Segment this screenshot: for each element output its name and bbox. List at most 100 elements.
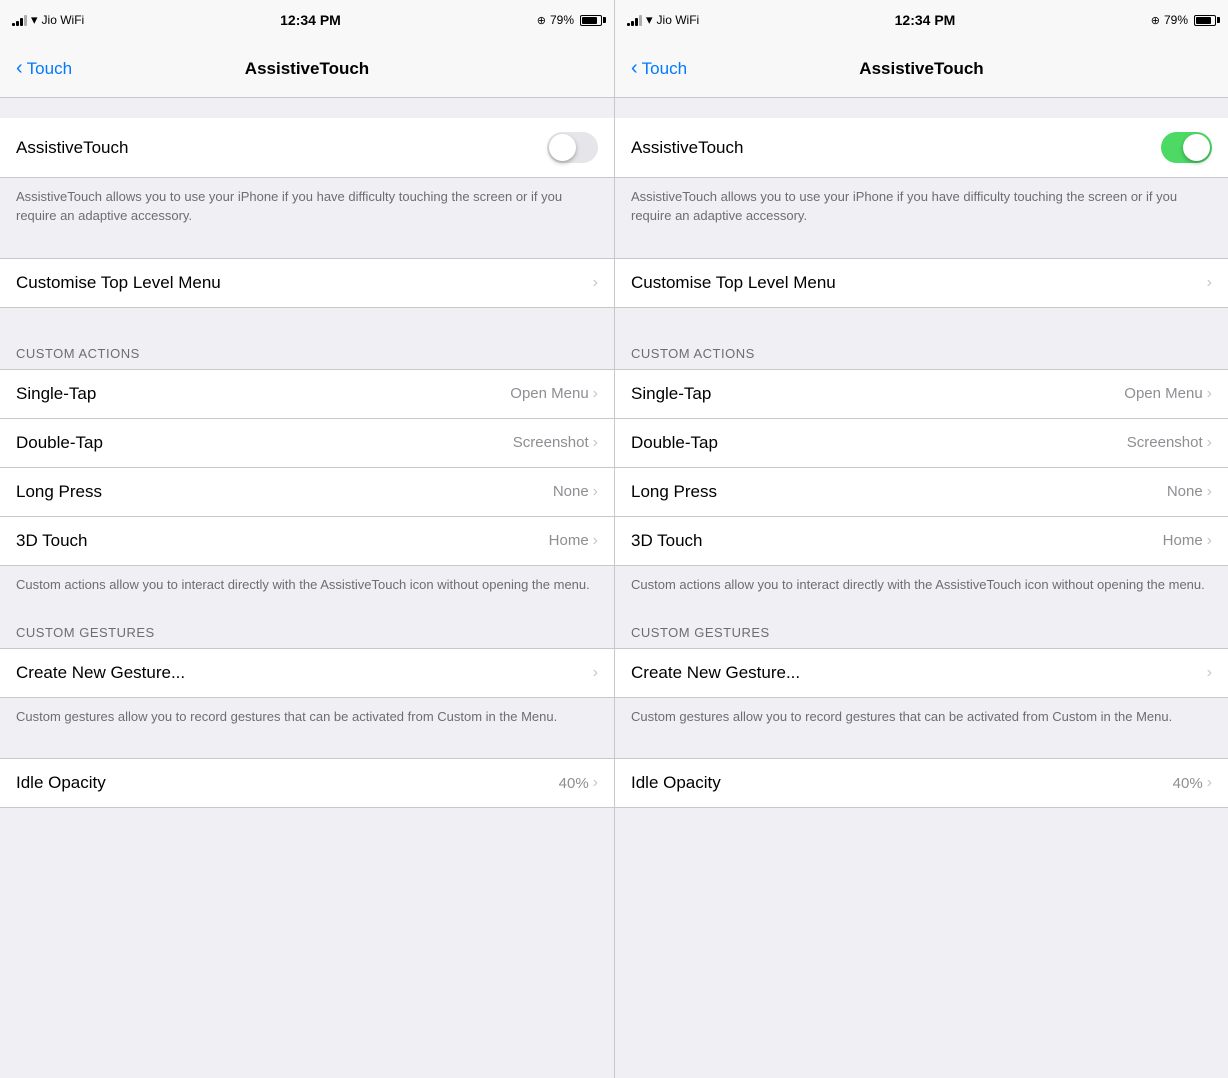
custom-gestures-footer-right: Custom gestures allow you to record gest… [615, 698, 1228, 739]
time-left: 12:34 PM [280, 12, 341, 28]
long-press-right-right: None › [1167, 483, 1212, 501]
3d-touch-right-right: Home › [1163, 532, 1212, 550]
idle-opacity-chevron-right: › [1207, 774, 1212, 792]
toggle-label-right: AssistiveTouch [631, 138, 743, 158]
customise-chevron-left: › [593, 274, 598, 292]
create-gesture-right-left: › [593, 664, 598, 682]
signal-icon [12, 14, 27, 26]
long-press-row-right[interactable]: Long Press None › [615, 468, 1228, 517]
create-gesture-chevron-left: › [593, 664, 598, 682]
top-space-left [0, 98, 614, 118]
status-right-left: ⊕ 79% [537, 13, 602, 27]
status-bar-left: ▾ Jio WiFi 12:34 PM ⊕ 79% [0, 0, 614, 40]
idle-opacity-row-left[interactable]: Idle Opacity 40% › [0, 759, 614, 807]
left-panel: ▾ Jio WiFi 12:34 PM ⊕ 79% ‹ Touch Assist… [0, 0, 614, 1078]
double-tap-label-right: Double-Tap [631, 433, 718, 453]
battery-percent-left: 79% [550, 13, 574, 27]
long-press-label-left: Long Press [16, 482, 102, 502]
assistive-touch-toggle-row-right: AssistiveTouch [615, 118, 1228, 178]
double-tap-row-right[interactable]: Double-Tap Screenshot › [615, 419, 1228, 468]
long-press-row-left[interactable]: Long Press None › [0, 468, 614, 517]
battery-icon-right [1194, 15, 1216, 26]
3d-touch-value-left: Home [549, 532, 589, 549]
custom-actions-card-right: Single-Tap Open Menu › Double-Tap Screen… [615, 369, 1228, 566]
single-tap-value-right: Open Menu [1124, 385, 1202, 402]
customise-menu-row-right[interactable]: Customise Top Level Menu › [615, 259, 1228, 307]
3d-touch-label-right: 3D Touch [631, 531, 703, 551]
customise-card-left: Customise Top Level Menu › [0, 258, 614, 308]
double-tap-right-left: Screenshot › [513, 434, 598, 452]
custom-actions-header-right: CUSTOM ACTIONS [615, 328, 1228, 369]
back-button-right[interactable]: ‹ Touch [631, 59, 687, 79]
back-chevron-left: ‹ [16, 58, 23, 78]
customise-menu-label-right: Customise Top Level Menu [631, 273, 836, 293]
single-tap-right-right: Open Menu › [1124, 385, 1212, 403]
back-chevron-right: ‹ [631, 58, 638, 78]
nav-bar-left: ‹ Touch AssistiveTouch [0, 40, 614, 98]
wifi-icon: ▾ [31, 12, 38, 28]
idle-opacity-right-left: 40% › [559, 774, 598, 792]
3d-touch-right-left: Home › [549, 532, 598, 550]
idle-opacity-row-right[interactable]: Idle Opacity 40% › [615, 759, 1228, 807]
status-left: ▾ Jio WiFi [12, 12, 84, 28]
carrier-left: Jio WiFi [42, 13, 85, 27]
double-tap-row-left[interactable]: Double-Tap Screenshot › [0, 419, 614, 468]
idle-opacity-right-right: 40% › [1173, 774, 1212, 792]
idle-opacity-card-left: Idle Opacity 40% › [0, 758, 614, 808]
assistive-touch-toggle-left[interactable] [547, 132, 598, 163]
description-left: AssistiveTouch allows you to use your iP… [0, 178, 614, 238]
customise-menu-label-left: Customise Top Level Menu [16, 273, 221, 293]
3d-touch-chevron-right: › [1207, 532, 1212, 550]
long-press-right-left: None › [553, 483, 598, 501]
assistive-touch-toggle-right[interactable] [1161, 132, 1212, 163]
customise-menu-right-left: › [593, 274, 598, 292]
location-icon-right: ⊕ [1151, 14, 1160, 27]
double-tap-chevron-right: › [1207, 434, 1212, 452]
single-tap-label-left: Single-Tap [16, 384, 96, 404]
3d-touch-row-right[interactable]: 3D Touch Home › [615, 517, 1228, 565]
3d-touch-label-left: 3D Touch [16, 531, 88, 551]
single-tap-label-right: Single-Tap [631, 384, 711, 404]
idle-opacity-card-right: Idle Opacity 40% › [615, 758, 1228, 808]
location-icon-left: ⊕ [537, 14, 546, 27]
idle-opacity-label-right: Idle Opacity [631, 773, 721, 793]
idle-opacity-value-left: 40% [559, 775, 589, 792]
custom-actions-footer-left: Custom actions allow you to interact dir… [0, 566, 614, 607]
signal-icon-right [627, 14, 642, 26]
create-gesture-row-right[interactable]: Create New Gesture... › [615, 649, 1228, 697]
back-button-left[interactable]: ‹ Touch [16, 59, 72, 79]
double-tap-right-right: Screenshot › [1127, 434, 1212, 452]
custom-gestures-card-left: Create New Gesture... › [0, 648, 614, 698]
custom-gestures-header-right: CUSTOM GESTURES [615, 607, 1228, 648]
back-label-right: Touch [642, 59, 687, 79]
single-tap-row-right[interactable]: Single-Tap Open Menu › [615, 370, 1228, 419]
toggle-knob-left [549, 134, 576, 161]
customise-card-right: Customise Top Level Menu › [615, 258, 1228, 308]
3d-touch-row-left[interactable]: 3D Touch Home › [0, 517, 614, 565]
custom-actions-footer-right: Custom actions allow you to interact dir… [615, 566, 1228, 607]
assistive-touch-toggle-row-left: AssistiveTouch [0, 118, 614, 178]
nav-bar-right: ‹ Touch AssistiveTouch [615, 40, 1228, 98]
single-tap-value-left: Open Menu [510, 385, 588, 402]
double-tap-value-right: Screenshot [1127, 434, 1203, 451]
toggle-label-left: AssistiveTouch [16, 138, 128, 158]
status-bar-right: ▾ Jio WiFi 12:34 PM ⊕ 79% [615, 0, 1228, 40]
customise-menu-row-left[interactable]: Customise Top Level Menu › [0, 259, 614, 307]
double-tap-value-left: Screenshot [513, 434, 589, 451]
custom-gestures-header-left: CUSTOM GESTURES [0, 607, 614, 648]
create-gesture-label-right: Create New Gesture... [631, 663, 800, 683]
status-left-right: ▾ Jio WiFi [627, 12, 699, 28]
single-tap-right-left: Open Menu › [510, 385, 598, 403]
idle-opacity-chevron-left: › [593, 774, 598, 792]
single-tap-row-left[interactable]: Single-Tap Open Menu › [0, 370, 614, 419]
3d-touch-value-right: Home [1163, 532, 1203, 549]
long-press-value-right: None [1167, 483, 1203, 500]
long-press-value-left: None [553, 483, 589, 500]
wifi-icon-right: ▾ [646, 12, 653, 28]
custom-gestures-footer-left: Custom gestures allow you to record gest… [0, 698, 614, 739]
custom-actions-header-left: CUSTOM ACTIONS [0, 328, 614, 369]
create-gesture-row-left[interactable]: Create New Gesture... › [0, 649, 614, 697]
status-right-right: ⊕ 79% [1151, 13, 1216, 27]
top-space-right [615, 98, 1228, 118]
content-right: AssistiveTouch AssistiveTouch allows you… [615, 98, 1228, 1078]
